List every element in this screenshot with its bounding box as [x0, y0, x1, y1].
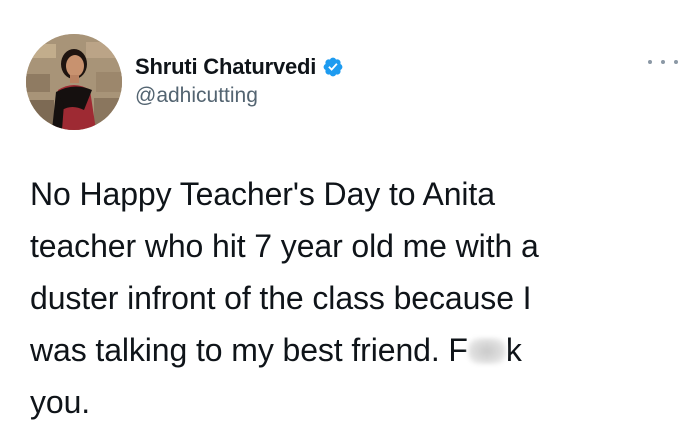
tweet-text: No Happy Teacher's Day to Anita teacher … [30, 168, 670, 428]
tweet-line: No Happy Teacher's Day to Anita [30, 176, 495, 212]
more-dot-icon [648, 60, 652, 64]
tweet-line: duster infront of the class because I [30, 280, 532, 316]
username-handle[interactable]: @adhicutting [135, 84, 344, 108]
avatar[interactable] [26, 34, 122, 130]
more-dot-icon [661, 60, 665, 64]
tweet-line-text: was talking to my best friend. F [30, 332, 468, 368]
tweet-card: Shruti Chaturvedi @adhicutting No Happy … [0, 0, 700, 436]
name-row: Shruti Chaturvedi [135, 52, 344, 82]
tweet-line: teacher who hit 7 year old me with a [30, 228, 539, 264]
more-options-button[interactable] [648, 52, 678, 72]
verified-badge-icon [322, 56, 344, 78]
more-dot-icon [674, 60, 678, 64]
censored-word-tail: k [505, 332, 522, 368]
tweet-line: you. [30, 384, 91, 420]
tweet-line-with-censor: was talking to my best friend. F k [30, 324, 670, 376]
display-name[interactable]: Shruti Chaturvedi [135, 54, 316, 80]
censor-blur [467, 338, 506, 364]
author-info: Shruti Chaturvedi @adhicutting [135, 52, 344, 108]
